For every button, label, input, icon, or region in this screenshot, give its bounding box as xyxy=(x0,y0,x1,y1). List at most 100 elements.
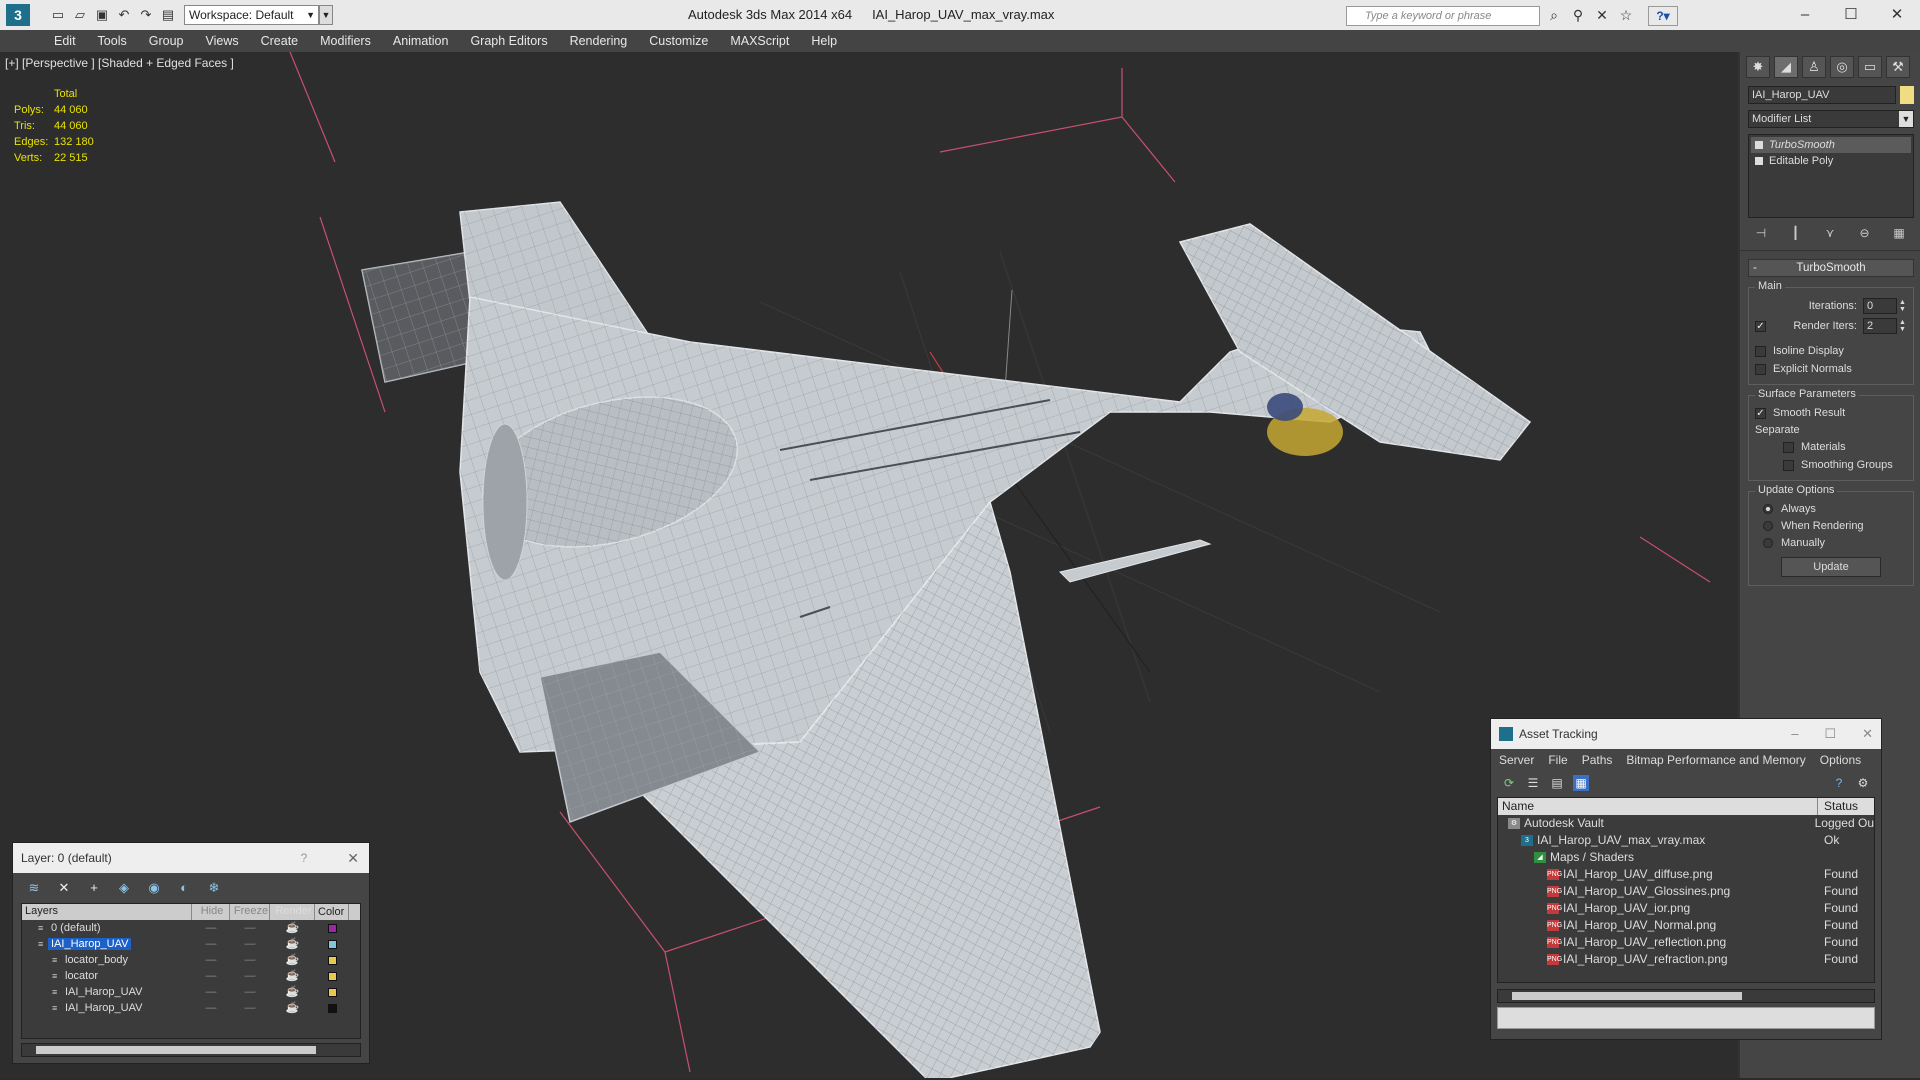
render-teapot-icon[interactable]: ☕ xyxy=(270,936,315,952)
rollout-title[interactable]: - TurboSmooth xyxy=(1748,259,1914,277)
asset-row[interactable]: PNG IAI_Harop_UAV_Glossines.png Found xyxy=(1498,883,1874,900)
maximize-icon[interactable]: ☐ xyxy=(1828,0,1874,30)
asset-row[interactable]: PNG IAI_Harop_UAV_reflection.png Found xyxy=(1498,934,1874,951)
stack-item-editable-poly[interactable]: Editable Poly xyxy=(1751,153,1911,169)
save-icon[interactable]: ▣ xyxy=(94,7,110,23)
favorites-star-icon[interactable]: ☆ xyxy=(1618,7,1634,23)
asset-name-cell[interactable]: ◢ Maps / Shaders xyxy=(1498,849,1818,866)
settings-icon[interactable]: ⚙ xyxy=(1855,775,1871,791)
layer-row[interactable]: ≡ IAI_Harop_UAV — — ☕ xyxy=(22,936,360,952)
asset-row[interactable]: PNG IAI_Harop_UAV_diffuse.png Found xyxy=(1498,866,1874,883)
layer-name-cell[interactable]: ≡ locator_body xyxy=(22,952,192,968)
col-render[interactable]: Render xyxy=(270,904,315,920)
freeze-all-icon[interactable]: ❄ xyxy=(205,879,223,897)
layer-color[interactable] xyxy=(315,1000,349,1016)
scrollbar-thumb[interactable] xyxy=(36,1046,316,1054)
table-view-icon[interactable]: ▤ xyxy=(1549,775,1565,791)
hide-toggle[interactable]: — xyxy=(192,968,230,984)
create-tab-icon[interactable]: ✸ xyxy=(1746,56,1770,78)
layers-icon[interactable]: ≋ xyxy=(25,879,43,897)
asset-row[interactable]: PNG IAI_Harop_UAV_Normal.png Found xyxy=(1498,917,1874,934)
project-folder-icon[interactable]: ▤ xyxy=(160,7,176,23)
col-color[interactable]: Color xyxy=(315,904,349,920)
menu-create[interactable]: Create xyxy=(261,34,299,48)
layer-name-cell[interactable]: ≡ IAI_Harop_UAV xyxy=(22,936,192,952)
modifier-list-dropdown[interactable]: Modifier List ▼ xyxy=(1748,110,1914,128)
help-icon[interactable]: ? xyxy=(1831,775,1847,791)
layer-window-titlebar[interactable]: Layer: 0 (default) ? ✕ xyxy=(13,843,369,873)
add-layer-icon[interactable]: + xyxy=(85,879,103,897)
layer-row[interactable]: ≡ IAI_Harop_UAV — — ☕ xyxy=(22,984,360,1000)
menu-customize[interactable]: Customize xyxy=(649,34,708,48)
hide-toggle[interactable]: — xyxy=(192,920,230,936)
render-iters-checkbox[interactable]: ✓ xyxy=(1755,317,1773,335)
when-rendering-radio[interactable]: When Rendering xyxy=(1755,517,1907,534)
lightbulb-icon[interactable] xyxy=(1755,141,1763,149)
asset-name-cell[interactable]: PNG IAI_Harop_UAV_Normal.png xyxy=(1498,917,1818,934)
menu-views[interactable]: Views xyxy=(205,34,238,48)
render-teapot-icon[interactable]: ☕ xyxy=(270,1000,315,1016)
menu-edit[interactable]: Edit xyxy=(54,34,76,48)
menu-help[interactable]: Help xyxy=(811,34,837,48)
freeze-toggle[interactable]: — xyxy=(230,920,270,936)
stack-item-turbosmooth[interactable]: TurboSmooth xyxy=(1751,137,1911,153)
remove-modifier-icon[interactable]: ⊖ xyxy=(1856,224,1874,242)
layer-color[interactable] xyxy=(315,952,349,968)
smooth-result-checkbox[interactable]: ✓ Smooth Result xyxy=(1755,404,1907,422)
asset-name-cell[interactable]: PNG IAI_Harop_UAV_reflection.png xyxy=(1498,934,1818,951)
spinner-arrows-icon[interactable]: ▲ ▼ xyxy=(1899,299,1907,313)
workspace-options-button[interactable]: ▼ xyxy=(319,5,333,25)
menu-bitmap-performance[interactable]: Bitmap Performance and Memory xyxy=(1626,753,1805,767)
asset-name-cell[interactable]: PNG IAI_Harop_UAV_diffuse.png xyxy=(1498,866,1818,883)
minimize-icon[interactable]: – xyxy=(1782,0,1828,30)
new-file-icon[interactable]: ▭ xyxy=(50,7,66,23)
col-hide[interactable]: Hide xyxy=(192,904,230,920)
asset-window-titlebar[interactable]: Asset Tracking – ☐ ✕ xyxy=(1491,719,1881,749)
configure-sets-icon[interactable]: ▦ xyxy=(1890,224,1908,242)
communication-icon[interactable]: ✕ xyxy=(1594,7,1610,23)
freeze-toggle[interactable]: — xyxy=(230,952,270,968)
asset-name-cell[interactable]: 3 IAI_Harop_UAV_max_vray.max xyxy=(1498,832,1818,849)
isoline-display-checkbox[interactable]: Isoline Display xyxy=(1755,342,1907,360)
col-freeze[interactable]: Freeze xyxy=(230,904,270,920)
layer-name-cell[interactable]: ≡ IAI_Harop_UAV xyxy=(22,984,192,1000)
close-icon[interactable]: ✕ xyxy=(347,850,359,867)
horizontal-scrollbar[interactable] xyxy=(21,1043,361,1057)
expand-icon[interactable] xyxy=(1755,157,1763,165)
asset-status-field[interactable] xyxy=(1497,1007,1875,1029)
grid-view-icon[interactable]: ▦ xyxy=(1573,775,1589,791)
asset-row[interactable]: ◢ Maps / Shaders xyxy=(1498,849,1874,866)
menu-maxscript[interactable]: MAXScript xyxy=(730,34,789,48)
redo-icon[interactable]: ↷ xyxy=(138,7,154,23)
col-layers[interactable]: Layers xyxy=(22,904,192,920)
layer-color[interactable] xyxy=(315,984,349,1000)
app-logo[interactable]: 3 xyxy=(0,0,36,30)
menu-options[interactable]: Options xyxy=(1820,753,1861,767)
asset-name-cell[interactable]: PNG IAI_Harop_UAV_Glossines.png xyxy=(1498,883,1818,900)
asset-name-cell[interactable]: PNG IAI_Harop_UAV_refraction.png xyxy=(1498,951,1818,968)
menu-paths[interactable]: Paths xyxy=(1582,753,1613,767)
asset-name-cell[interactable]: PNG IAI_Harop_UAV_ior.png xyxy=(1498,900,1818,917)
menu-modifiers[interactable]: Modifiers xyxy=(320,34,371,48)
minimize-icon[interactable]: – xyxy=(1791,726,1798,742)
layer-row[interactable]: ≡ 0 (default) — — ☕ xyxy=(22,920,360,936)
search-input[interactable]: Type a keyword or phrase xyxy=(1346,6,1540,26)
hierarchy-tab-icon[interactable]: ♙ xyxy=(1802,56,1826,78)
layer-name-cell[interactable]: ≡ IAI_Harop_UAV xyxy=(22,1000,192,1016)
menu-animation[interactable]: Animation xyxy=(393,34,449,48)
render-teapot-icon[interactable]: ☕ xyxy=(270,984,315,1000)
explicit-normals-checkbox[interactable]: Explicit Normals xyxy=(1755,360,1907,378)
freeze-toggle[interactable]: — xyxy=(230,936,270,952)
col-status[interactable]: Status xyxy=(1818,798,1858,815)
layer-row[interactable]: ≡ locator — — ☕ xyxy=(22,968,360,984)
asset-name-cell[interactable]: ⚙ Autodesk Vault xyxy=(1498,815,1809,832)
binoculars-icon[interactable]: ⌕ xyxy=(1546,7,1562,23)
hide-toggle[interactable]: — xyxy=(192,952,230,968)
layer-row[interactable]: ≡ IAI_Harop_UAV — — ☕ xyxy=(22,1000,360,1016)
close-icon[interactable]: ✕ xyxy=(1862,726,1873,742)
undo-icon[interactable]: ↶ xyxy=(116,7,132,23)
materials-checkbox[interactable]: Materials xyxy=(1755,438,1907,456)
hide-all-icon[interactable]: ◐ xyxy=(175,879,193,897)
render-teapot-icon[interactable]: ☕ xyxy=(270,968,315,984)
smoothing-groups-checkbox[interactable]: Smoothing Groups xyxy=(1755,456,1907,474)
